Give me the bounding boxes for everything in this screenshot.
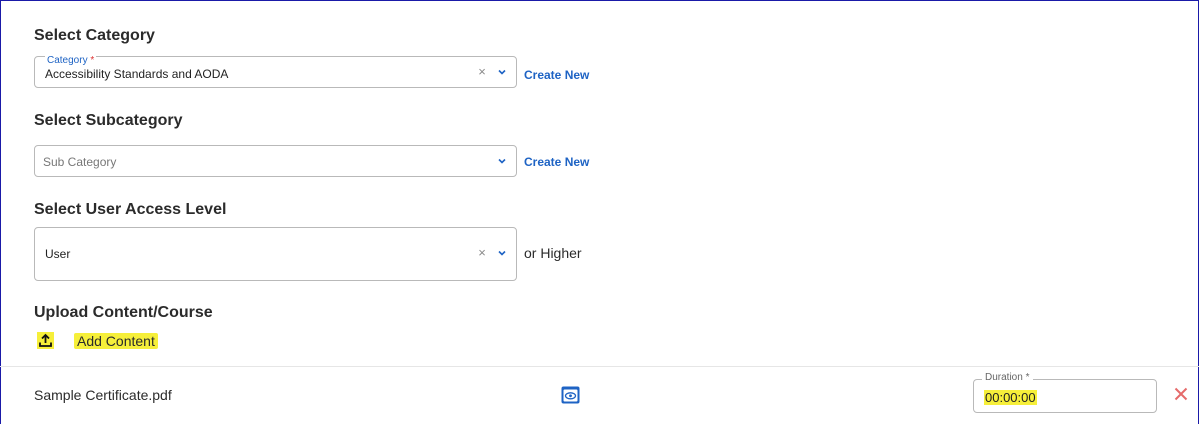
category-heading: Select Category — [34, 27, 155, 44]
subcategory-create-new-link[interactable]: Create New — [524, 155, 589, 169]
add-content-button[interactable]: Add Content — [74, 333, 158, 349]
duration-value: 00:00:00 — [984, 390, 1037, 405]
category-value: Accessibility Standards and AODA — [45, 67, 229, 81]
chevron-down-icon[interactable] — [496, 155, 508, 167]
access-level-value: User — [45, 247, 71, 261]
upload-icon[interactable] — [37, 332, 54, 349]
access-level-suffix: or Higher — [524, 245, 582, 261]
category-select[interactable]: Category * Accessibility Standards and A… — [34, 55, 517, 88]
category-create-new-link[interactable]: Create New — [524, 68, 589, 82]
subcategory-heading: Select Subcategory — [34, 112, 183, 129]
subcategory-placeholder: Sub Category — [43, 155, 117, 169]
category-field-label: Category * — [45, 55, 97, 66]
chevron-down-icon[interactable] — [496, 247, 508, 259]
section-divider — [0, 366, 1199, 367]
access-level-heading: Select User Access Level — [34, 201, 227, 218]
content-file-name: Sample Certificate.pdf — [34, 387, 172, 403]
access-level-select[interactable]: User × — [34, 227, 517, 281]
access-level-clear-icon[interactable]: × — [476, 245, 488, 260]
close-icon[interactable] — [1173, 386, 1189, 402]
upload-heading: Upload Content/Course — [34, 304, 213, 321]
category-clear-icon[interactable]: × — [476, 64, 488, 79]
subcategory-select[interactable]: Sub Category — [34, 145, 517, 177]
duration-field-label: Duration * — [982, 372, 1033, 383]
duration-field[interactable]: Duration * 00:00:00 — [973, 372, 1157, 413]
eye-icon[interactable] — [561, 386, 580, 404]
chevron-down-icon[interactable] — [496, 66, 508, 78]
